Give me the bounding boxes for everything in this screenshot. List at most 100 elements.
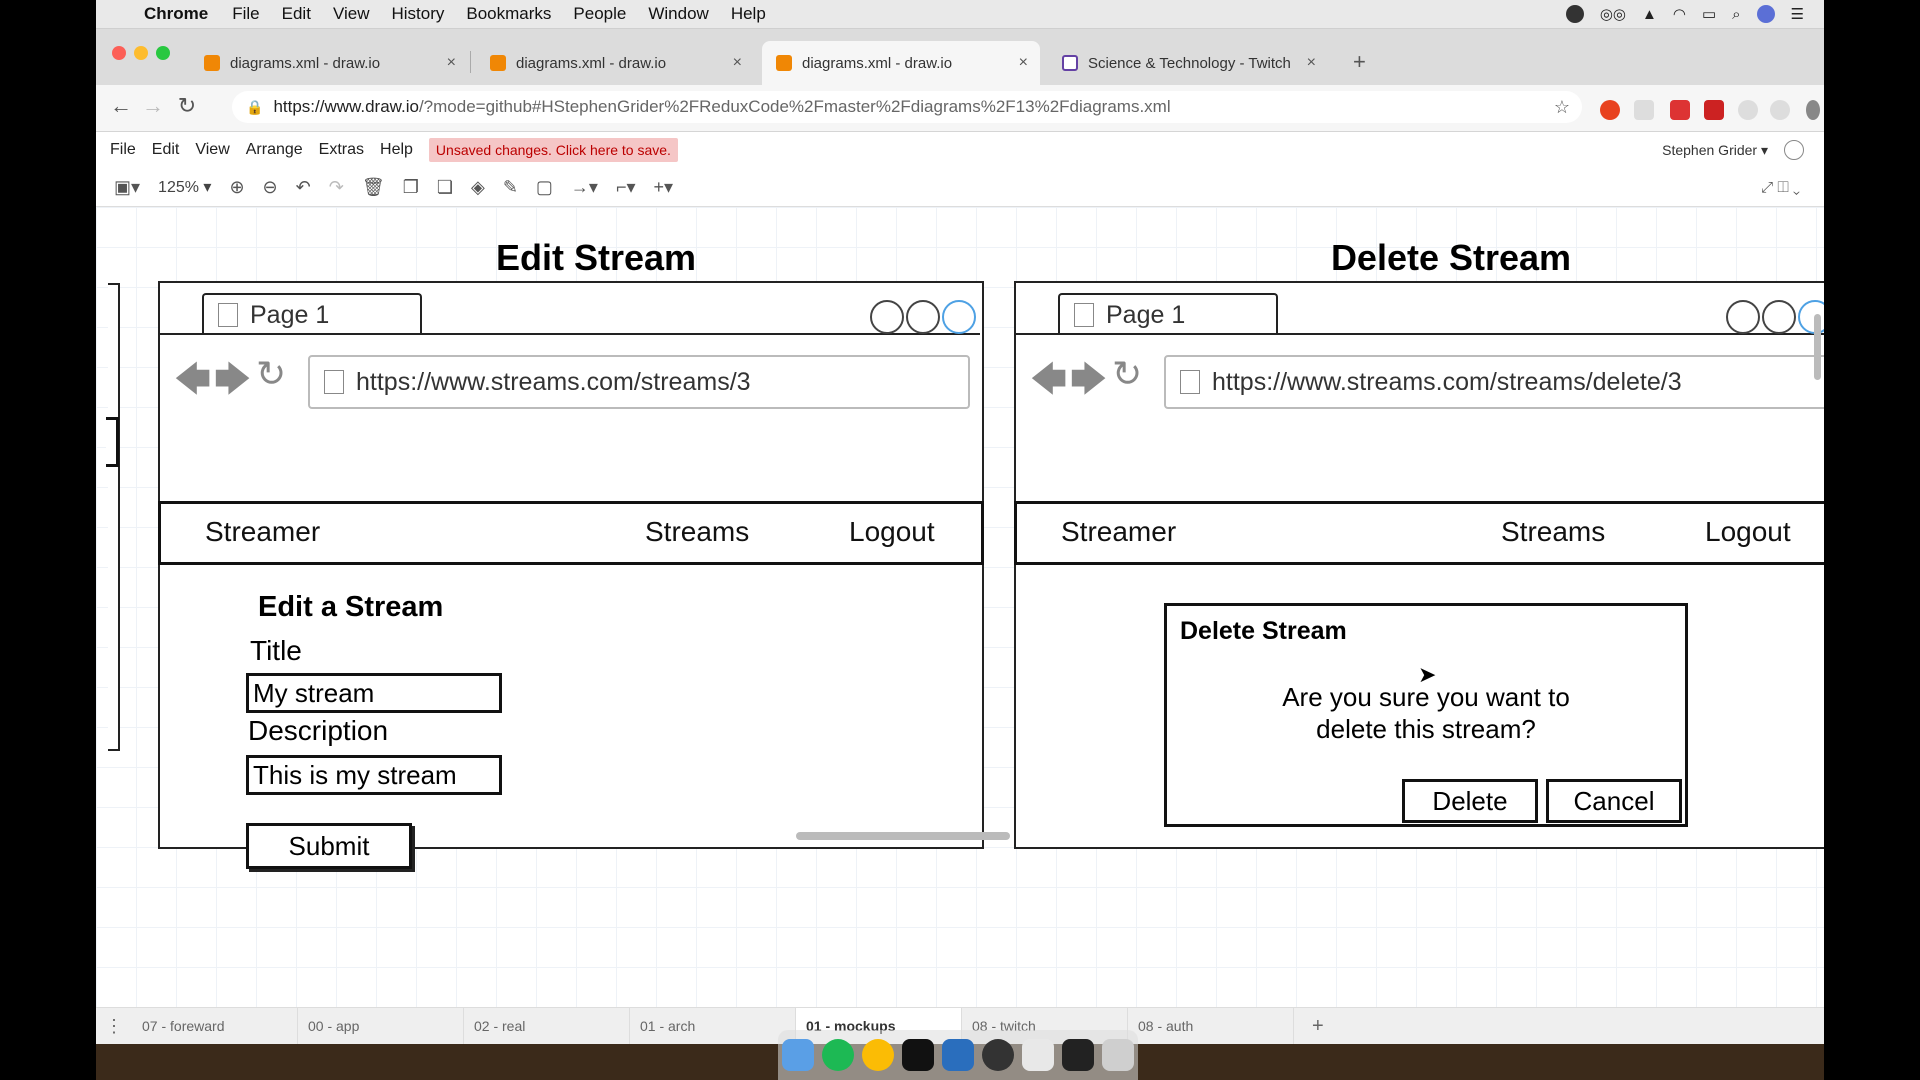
browser-tab[interactable]: diagrams.xml - draw.io × [476,41,754,85]
redo-icon[interactable]: ↷ [329,177,344,198]
zoom-select[interactable]: 125% ▾ [158,177,211,197]
globe-icon[interactable] [1784,140,1804,160]
page-menu-icon[interactable]: ⋮ [96,1016,132,1037]
tab-title: diagrams.xml - draw.io [230,54,381,72]
drawio-menu-help[interactable]: Help [380,141,413,159]
drawio-menu-view[interactable]: View [195,141,229,159]
finder-icon[interactable] [782,1039,814,1071]
unsaved-changes-banner[interactable]: Unsaved changes. Click here to save. [428,138,678,162]
bookmark-star-icon[interactable]: ☆ [1554,97,1570,118]
add-page-icon[interactable]: + [1312,1015,1324,1038]
close-tab-icon[interactable]: × [733,54,742,72]
partial-navbar [106,417,119,467]
window-circle-icon [870,300,904,334]
zoom-in-icon[interactable]: ⊕ [229,177,244,198]
url-bar[interactable]: 🔒 https://www.draw.io/?mode=github#HStep… [232,91,1582,123]
page-tab[interactable]: 01 - arch [630,1008,796,1044]
page-tab[interactable]: 00 - app [298,1008,464,1044]
battery-icon[interactable]: ▭ [1702,5,1716,23]
docker-icon[interactable]: ▲ [1642,6,1657,23]
extension-icon[interactable] [1670,100,1690,120]
spotlight-icon[interactable]: ⌕ [1732,6,1740,23]
glasses-icon[interactable]: ◎◎ [1600,5,1626,23]
close-tab-icon[interactable]: × [1307,54,1316,72]
fill-color-icon[interactable]: ◈ [471,177,485,198]
wifi-icon[interactable]: ◠ [1673,5,1686,23]
waypoints-icon[interactable]: ⌐▾ [616,177,636,198]
obs-icon[interactable] [982,1039,1014,1071]
menu-file[interactable]: File [232,4,259,24]
description-input: This is my stream [246,755,502,795]
siri-icon[interactable] [1756,5,1775,23]
browser-tab[interactable]: Science & Technology - Twitch × [1048,41,1328,85]
reload-icon[interactable]: ↻ [172,93,202,119]
drawio-menu-file[interactable]: File [110,141,136,159]
mock-tab-label: Page 1 [1106,300,1186,329]
drawio-icon [776,55,792,71]
drawio-menu-extras[interactable]: Extras [319,141,364,159]
browser-tab[interactable]: diagrams.xml - draw.io × [190,41,468,85]
drawio-menu-arrange[interactable]: Arrange [246,141,303,159]
fullscreen-icon[interactable]: ⤢ ◫ ⌄ [1761,179,1800,196]
user-menu[interactable]: Stephen Grider ▾ [1662,142,1768,159]
lock-icon: 🔒 [246,98,264,115]
horizontal-scrollbar[interactable] [796,832,1010,840]
menu-view[interactable]: View [333,4,370,24]
page-tab[interactable]: 02 - real [464,1008,630,1044]
mock-forward-icon: 🡆 [1070,358,1108,399]
drawio-menu-edit[interactable]: Edit [152,141,180,159]
forward-icon[interactable]: → [138,93,168,119]
mock-reload-icon: ↻ [256,353,287,394]
page-tab[interactable]: 07 - foreward [132,1008,298,1044]
zoom-out-icon[interactable]: ⊖ [263,177,278,198]
extension-icon[interactable] [1738,100,1758,120]
minimize-window-icon[interactable] [134,46,148,60]
notification-center-icon[interactable]: ☰ [1791,5,1804,23]
to-front-icon[interactable]: ❐ [403,177,419,198]
record-icon[interactable] [1565,5,1584,23]
drawio-icon [490,55,506,71]
delete-icon[interactable]: 🗑 [362,177,385,198]
diagram-canvas[interactable]: Edit Stream Page 1 🡄 🡆 ↻ https://www.str… [96,207,1824,1007]
close-tab-icon[interactable]: × [447,54,456,72]
undo-icon[interactable]: ↶ [296,177,311,198]
menu-history[interactable]: History [391,4,444,24]
menu-bookmarks[interactable]: Bookmarks [466,4,551,24]
folder-icon[interactable] [1022,1039,1054,1071]
spotify-icon[interactable] [822,1039,854,1071]
line-color-icon[interactable]: ✎ [503,177,518,198]
close-window-icon[interactable] [112,46,126,60]
menu-edit[interactable]: Edit [282,4,311,24]
css-extension-icon[interactable] [1634,100,1654,120]
menu-people[interactable]: People [573,4,626,24]
close-tab-icon[interactable]: × [1019,54,1028,72]
profile-avatar[interactable] [1806,100,1820,120]
maximize-window-icon[interactable] [156,46,170,60]
menu-window[interactable]: Window [648,4,708,24]
extension-icon[interactable] [1704,100,1724,120]
browser-tab-active[interactable]: diagrams.xml - draw.io × [762,41,1040,85]
page-icon [1180,370,1200,394]
to-back-icon[interactable]: ❏ [437,177,453,198]
twitch-icon [1062,55,1078,71]
screen-frame-left [0,0,96,1080]
chrome-icon[interactable] [862,1039,894,1071]
terminal-icon[interactable] [902,1039,934,1071]
insert-icon[interactable]: +▾ [654,177,674,198]
vertical-scrollbar[interactable] [1814,314,1821,380]
drawio-menu-bar: File Edit View Arrange Extras Help Unsav… [96,132,1824,168]
back-icon[interactable]: ← [106,93,136,119]
page-tab[interactable]: 08 - auth [1128,1008,1294,1044]
extension-icon[interactable] [1770,100,1790,120]
connection-icon[interactable]: →▾ [571,177,598,198]
trash-icon[interactable] [1102,1039,1134,1071]
menu-help[interactable]: Help [731,4,766,24]
menu-app-name[interactable]: Chrome [144,4,208,24]
shadow-icon[interactable]: ▢ [536,177,553,198]
new-tab-icon[interactable]: + [1353,49,1366,75]
mock-reload-icon: ↻ [1112,353,1143,394]
format-panel-icon[interactable]: ▣▾ [114,177,140,198]
vscode-icon[interactable] [942,1039,974,1071]
screen-recorder-icon[interactable] [1062,1039,1094,1071]
extension-icon[interactable] [1600,100,1620,120]
